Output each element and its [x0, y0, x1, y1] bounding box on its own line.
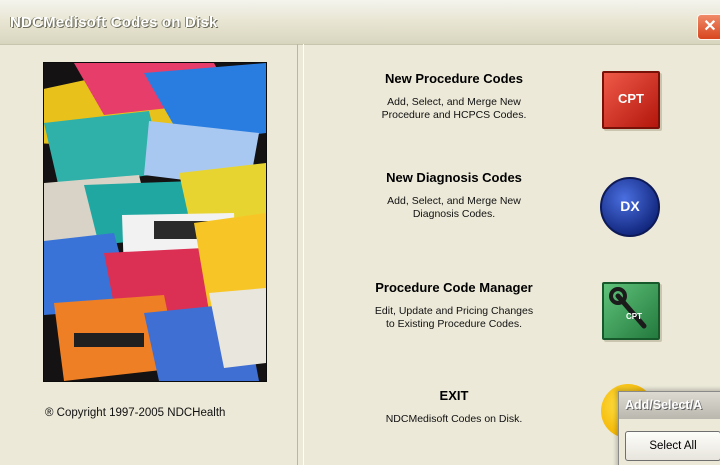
wrench-cpt-icon-label: CPT	[626, 312, 642, 321]
close-button[interactable]: ✕	[697, 14, 720, 40]
wrench-icon	[609, 287, 647, 329]
option-title: New Procedure Codes	[385, 71, 523, 86]
popup-title: Add/Select/A	[619, 392, 720, 419]
add-select-popup: Add/Select/A Select All	[618, 391, 720, 465]
option-title: EXIT	[439, 388, 469, 403]
title-bar: NDCMedisoft Codes on Disk ✕	[0, 0, 720, 45]
wrench-cpt-icon[interactable]: CPT	[602, 282, 660, 340]
option-title: Procedure Code Manager	[375, 280, 533, 295]
option-title: New Diagnosis Codes	[386, 170, 522, 185]
dx-icon-label: DX	[620, 198, 640, 214]
exit-option[interactable]: EXIT NDCMedisoft Codes on Disk.	[304, 388, 604, 426]
new-procedure-codes-option[interactable]: New Procedure Codes Add, Select, and Mer…	[304, 71, 604, 122]
floppy-disks-image	[44, 63, 266, 381]
cpt-icon[interactable]: CPT	[602, 71, 660, 129]
close-icon: ✕	[703, 18, 717, 35]
dx-icon[interactable]: DX	[600, 177, 660, 237]
option-description-line1: Add, Select, and Merge New	[387, 195, 521, 207]
option-description-line2: Procedure and HCPCS Codes.	[381, 109, 527, 121]
floppy-disks-photo	[43, 62, 267, 382]
procedure-code-manager-option[interactable]: Procedure Code Manager Edit, Update and …	[304, 280, 604, 331]
new-diagnosis-codes-option[interactable]: New Diagnosis Codes Add, Select, and Mer…	[304, 170, 604, 221]
main-window: NDCMedisoft Codes on Disk ✕ ® Copyright …	[0, 0, 720, 465]
window-title: NDCMedisoft Codes on Disk	[10, 14, 218, 31]
option-description-line1: NDCMedisoft Codes on Disk.	[385, 413, 523, 425]
copyright-text: ® Copyright 1997-2005 NDCHealth	[45, 407, 226, 419]
option-description-line1: Edit, Update and Pricing Changes	[374, 305, 534, 317]
option-description-line1: Add, Select, and Merge New	[387, 96, 521, 108]
left-panel: ® Copyright 1997-2005 NDCHealth	[7, 44, 298, 465]
option-description-line2: Diagnosis Codes.	[412, 208, 496, 220]
cpt-icon-label: CPT	[618, 91, 644, 106]
option-description-line2: to Existing Procedure Codes.	[386, 318, 522, 330]
select-all-button[interactable]: Select All	[625, 431, 720, 461]
